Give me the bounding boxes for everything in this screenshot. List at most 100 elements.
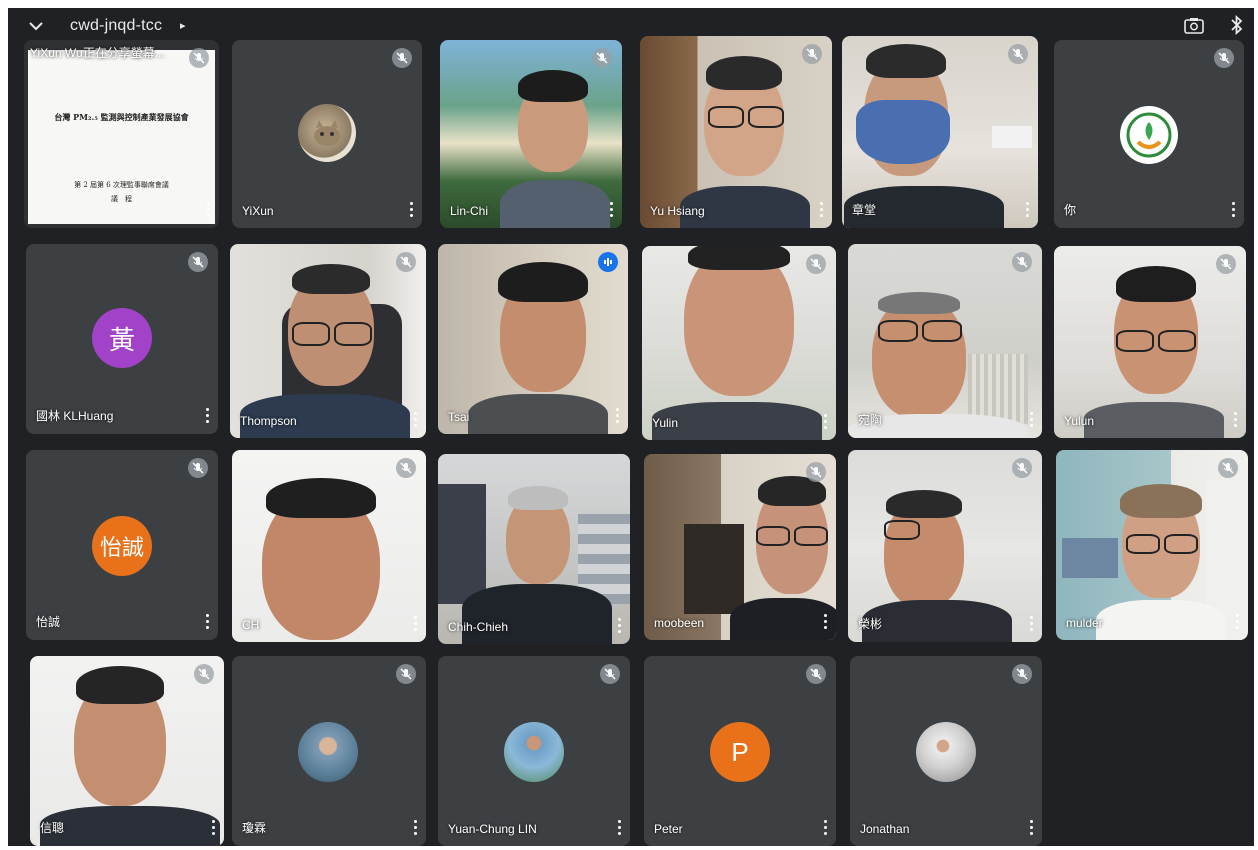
participant-tile[interactable]: Jonathan <box>850 656 1042 846</box>
participant-name: 章堂 <box>852 203 877 217</box>
more-vert-icon[interactable] <box>824 820 828 836</box>
more-vert-icon[interactable] <box>1030 616 1034 632</box>
mic-off-icon <box>806 254 826 274</box>
more-vert-icon[interactable] <box>610 202 614 218</box>
avatar: 黃 <box>92 308 152 368</box>
participant-name: 宛陶 <box>858 413 883 427</box>
participant-tile[interactable]: CH <box>232 450 426 642</box>
participant-tile[interactable]: Yuan-Chung LIN <box>438 656 630 846</box>
more-vert-icon[interactable] <box>1030 412 1034 428</box>
more-vert-icon[interactable] <box>410 202 414 218</box>
mic-off-icon <box>194 664 214 684</box>
participant-name: Yu Hsiang <box>650 204 705 218</box>
video-feed <box>438 244 628 434</box>
mic-off-icon <box>1218 458 1238 478</box>
presentation-tile[interactable]: 台灣 PM₂.₅ 監測與控制產業發展協會 第 2 屆第 6 次理監事聯席會議 議… <box>24 40 219 228</box>
participant-tile[interactable]: moobeen <box>644 454 836 640</box>
more-vert-icon[interactable] <box>1026 202 1030 218</box>
doc-title: 台灣 PM₂.₅ 監測與控制產業發展協會 <box>54 112 189 122</box>
presentation-banner: YiXun Wu正在分享螢幕... <box>30 46 165 60</box>
more-vert-icon[interactable] <box>206 408 210 424</box>
participant-name: Thompson <box>240 414 297 428</box>
shared-screen: 台灣 PM₂.₅ 監測與控制產業發展協會 第 2 屆第 6 次理監事聯席會議 議… <box>28 50 215 224</box>
more-vert-icon[interactable] <box>212 820 216 836</box>
doc-note: 議 程 <box>111 195 132 203</box>
participant-name: moobeen <box>654 616 705 630</box>
participant-tile[interactable]: mulder <box>1056 450 1248 640</box>
video-feed <box>848 450 1042 642</box>
more-vert-icon[interactable] <box>616 408 620 424</box>
more-vert-icon[interactable] <box>414 412 418 428</box>
video-feed <box>232 450 426 642</box>
participant-tile[interactable]: 章堂 <box>842 36 1038 228</box>
participant-tile[interactable]: Chih-Chieh <box>438 454 630 644</box>
participant-name: Yulun <box>1064 414 1095 428</box>
mic-off-icon <box>806 664 826 684</box>
video-feed <box>1056 450 1248 640</box>
logo-image <box>1126 112 1172 158</box>
mic-off-icon <box>1214 48 1234 68</box>
participant-tile[interactable]: Thompson <box>230 244 426 438</box>
participant-name: 怡誠 <box>36 615 61 629</box>
participant-tile[interactable]: Lin-Chi <box>440 40 622 228</box>
participant-tile[interactable]: 黃 國林 KLHuang <box>26 244 218 434</box>
more-vert-icon[interactable] <box>207 202 211 218</box>
mic-off-icon <box>1012 252 1032 272</box>
cat-photo <box>314 120 340 146</box>
video-feed <box>440 40 622 228</box>
participant-tile[interactable]: 信聰 <box>30 656 224 846</box>
participant-name: Tsai <box>448 410 470 424</box>
participant-name: 信聰 <box>40 821 65 835</box>
switch-camera-icon[interactable] <box>1183 16 1205 36</box>
mic-off-icon <box>396 458 416 478</box>
participant-tile[interactable]: Yulun <box>1054 246 1246 438</box>
mic-off-icon <box>188 458 208 478</box>
participant-name: Lin-Chi <box>450 204 489 218</box>
mic-off-icon <box>802 44 822 64</box>
mic-off-icon <box>806 462 826 482</box>
participant-tile[interactable]: 宛陶 <box>848 244 1042 438</box>
participant-tile[interactable]: Tsai <box>438 244 628 434</box>
participant-tile[interactable]: 瓊霖 <box>232 656 426 846</box>
video-feed <box>30 656 224 846</box>
video-feed <box>438 454 630 644</box>
video-feed <box>842 36 1038 228</box>
participant-tile[interactable]: 你 <box>1054 40 1244 228</box>
video-feed <box>848 244 1042 438</box>
participant-name: Chih-Chieh <box>448 620 509 634</box>
more-vert-icon[interactable] <box>414 616 418 632</box>
more-vert-icon[interactable] <box>1236 614 1240 630</box>
avatar: P <box>710 722 770 782</box>
more-vert-icon[interactable] <box>206 614 210 630</box>
mic-off-icon <box>396 664 416 684</box>
participant-name: Yuan-Chung LIN <box>448 822 537 836</box>
bluetooth-icon[interactable] <box>1230 14 1244 36</box>
avatar <box>1120 106 1178 164</box>
more-vert-icon[interactable] <box>1234 412 1238 428</box>
more-vert-icon[interactable] <box>824 614 828 630</box>
more-vert-icon[interactable] <box>824 414 828 430</box>
more-vert-icon[interactable] <box>1030 820 1034 836</box>
meeting-code[interactable]: cwd-jnqd-tcc <box>70 17 162 35</box>
more-vert-icon[interactable] <box>618 820 622 836</box>
participant-tile[interactable]: YiXun <box>232 40 422 228</box>
more-vert-icon[interactable] <box>1232 202 1236 218</box>
video-feed <box>230 244 426 438</box>
participant-tile[interactable]: P Peter <box>644 656 836 846</box>
video-feed <box>1054 246 1246 438</box>
participant-tile[interactable]: 榮彬 <box>848 450 1042 642</box>
participant-name: 國林 KLHuang <box>36 409 114 423</box>
meeting-info-caret-icon[interactable]: ▸ <box>180 19 186 32</box>
participant-name: Jonathan <box>860 822 910 836</box>
more-vert-icon[interactable] <box>414 820 418 836</box>
participant-tile[interactable]: Yulin <box>642 246 836 440</box>
participant-name: mulder <box>1066 616 1103 630</box>
participant-tile[interactable]: Yu Hsiang <box>640 36 832 228</box>
more-vert-icon[interactable] <box>820 202 824 218</box>
participant-tile[interactable]: 怡誠 怡誠 <box>26 450 218 640</box>
chevron-down-icon[interactable] <box>26 16 46 36</box>
mic-off-icon <box>1216 254 1236 274</box>
audio-level-icon <box>598 252 618 272</box>
more-vert-icon[interactable] <box>618 618 622 634</box>
mic-off-icon <box>392 48 412 68</box>
